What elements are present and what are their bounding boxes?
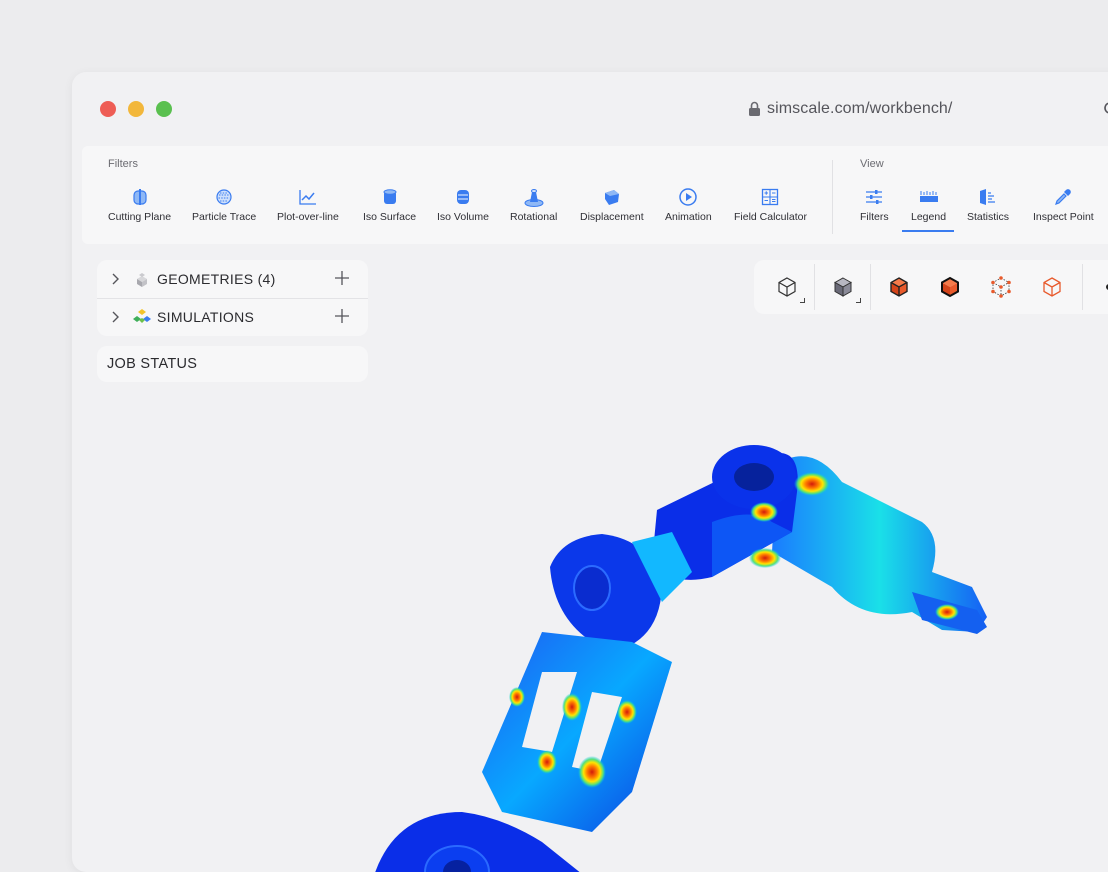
job-status-label: JOB STATUS xyxy=(107,356,198,372)
more-icon xyxy=(1106,284,1108,290)
displacement-icon xyxy=(604,190,619,205)
geometries-count: (4) xyxy=(257,271,276,287)
cube-wireframe-icon xyxy=(1043,277,1061,297)
view-tool-legend[interactable]: Legend xyxy=(911,186,946,223)
cube-surface-edges-icon xyxy=(890,277,908,297)
particle-trace-icon xyxy=(216,189,232,205)
chevron-right-icon[interactable] xyxy=(111,311,121,323)
simulation-tree: GEOMETRIES (4) SIMULATIONS xyxy=(97,260,368,336)
cube-feature-edges-icon xyxy=(941,276,959,298)
section-divider xyxy=(832,160,833,234)
reload-icon[interactable] xyxy=(1102,100,1108,116)
eyedropper-icon xyxy=(1055,189,1072,205)
title-bar: simscale.com/workbench/ xyxy=(72,72,1108,146)
submenu-corner-icon xyxy=(800,298,805,303)
view-divider xyxy=(870,264,871,310)
chevron-right-icon[interactable] xyxy=(111,273,121,285)
view-section-label: View xyxy=(860,158,884,170)
view-cube-solid-button[interactable] xyxy=(830,274,861,303)
view-cube-outline-button[interactable] xyxy=(774,274,805,303)
tree-item-simulations[interactable]: SIMULATIONS xyxy=(97,298,368,336)
add-geometry-icon[interactable] xyxy=(335,271,349,285)
close-window-button[interactable] xyxy=(100,101,116,117)
view-cube-edges-dark-button[interactable] xyxy=(937,274,963,300)
view-divider xyxy=(1082,264,1083,310)
plot-over-line-icon xyxy=(299,190,316,205)
geometries-label: GEOMETRIES (4) xyxy=(157,271,276,287)
browser-window: simscale.com/workbench/ Filters View Cut… xyxy=(72,72,1108,872)
view-tool-statistics[interactable]: Statistics xyxy=(967,186,1009,223)
lock-icon xyxy=(749,101,760,116)
iso-volume-icon xyxy=(456,190,469,204)
view-controls-bar xyxy=(754,260,1108,314)
tool-particle-trace[interactable]: Particle Trace xyxy=(192,186,256,223)
field-calculator-icon xyxy=(762,188,779,206)
view-cube-points-button[interactable] xyxy=(988,274,1014,300)
add-simulation-icon[interactable] xyxy=(335,309,349,323)
rotational-icon xyxy=(524,189,544,207)
filters-section-label: Filters xyxy=(108,158,138,170)
view-more-button[interactable] xyxy=(1092,274,1108,300)
tool-field-calculator[interactable]: Field Calculator xyxy=(734,186,807,223)
view-cube-edges-highlight-button[interactable] xyxy=(886,274,912,300)
cube-outline-icon xyxy=(778,277,796,297)
legend-icon xyxy=(919,191,938,202)
view-divider xyxy=(814,264,815,310)
view-cube-wireframe-button[interactable] xyxy=(1039,274,1065,300)
animation-icon xyxy=(679,188,698,206)
sliders-icon xyxy=(866,190,883,204)
simulations-label: SIMULATIONS xyxy=(157,309,255,325)
tool-displacement[interactable]: Displacement xyxy=(580,186,644,223)
maximize-window-button[interactable] xyxy=(156,101,172,117)
3d-viewport[interactable] xyxy=(72,372,1108,872)
robot-arm-model[interactable] xyxy=(372,445,987,872)
cube-points-icon xyxy=(991,276,1011,298)
ribbon-toolbar: Filters View Cutting Plane Particle Trac… xyxy=(82,146,1108,244)
geometries-icon xyxy=(137,273,147,287)
simulations-icon xyxy=(133,309,151,323)
tool-plot-over-line[interactable]: Plot-over-line xyxy=(277,186,339,223)
url-text: simscale.com/workbench/ xyxy=(767,100,953,117)
submenu-corner-icon xyxy=(856,298,861,303)
tree-item-geometries[interactable]: GEOMETRIES (4) xyxy=(97,260,368,299)
tool-cutting-plane[interactable]: Cutting Plane xyxy=(108,186,171,223)
address-bar[interactable]: simscale.com/workbench/ xyxy=(748,98,952,120)
view-tool-inspect-point[interactable]: Inspect Point xyxy=(1033,186,1094,223)
cube-solid-icon xyxy=(833,277,853,297)
legend-active-indicator xyxy=(902,230,954,232)
view-tool-filters[interactable]: Filters xyxy=(860,186,889,223)
cutting-plane-icon xyxy=(132,189,147,205)
tool-animation[interactable]: Animation xyxy=(665,186,712,223)
tool-rotational[interactable]: Rotational xyxy=(510,186,557,223)
iso-surface-icon xyxy=(383,189,397,204)
tool-iso-surface[interactable]: Iso Surface xyxy=(363,186,416,223)
statistics-icon xyxy=(980,189,995,205)
minimize-window-button[interactable] xyxy=(128,101,144,117)
tool-iso-volume[interactable]: Iso Volume xyxy=(437,186,489,223)
